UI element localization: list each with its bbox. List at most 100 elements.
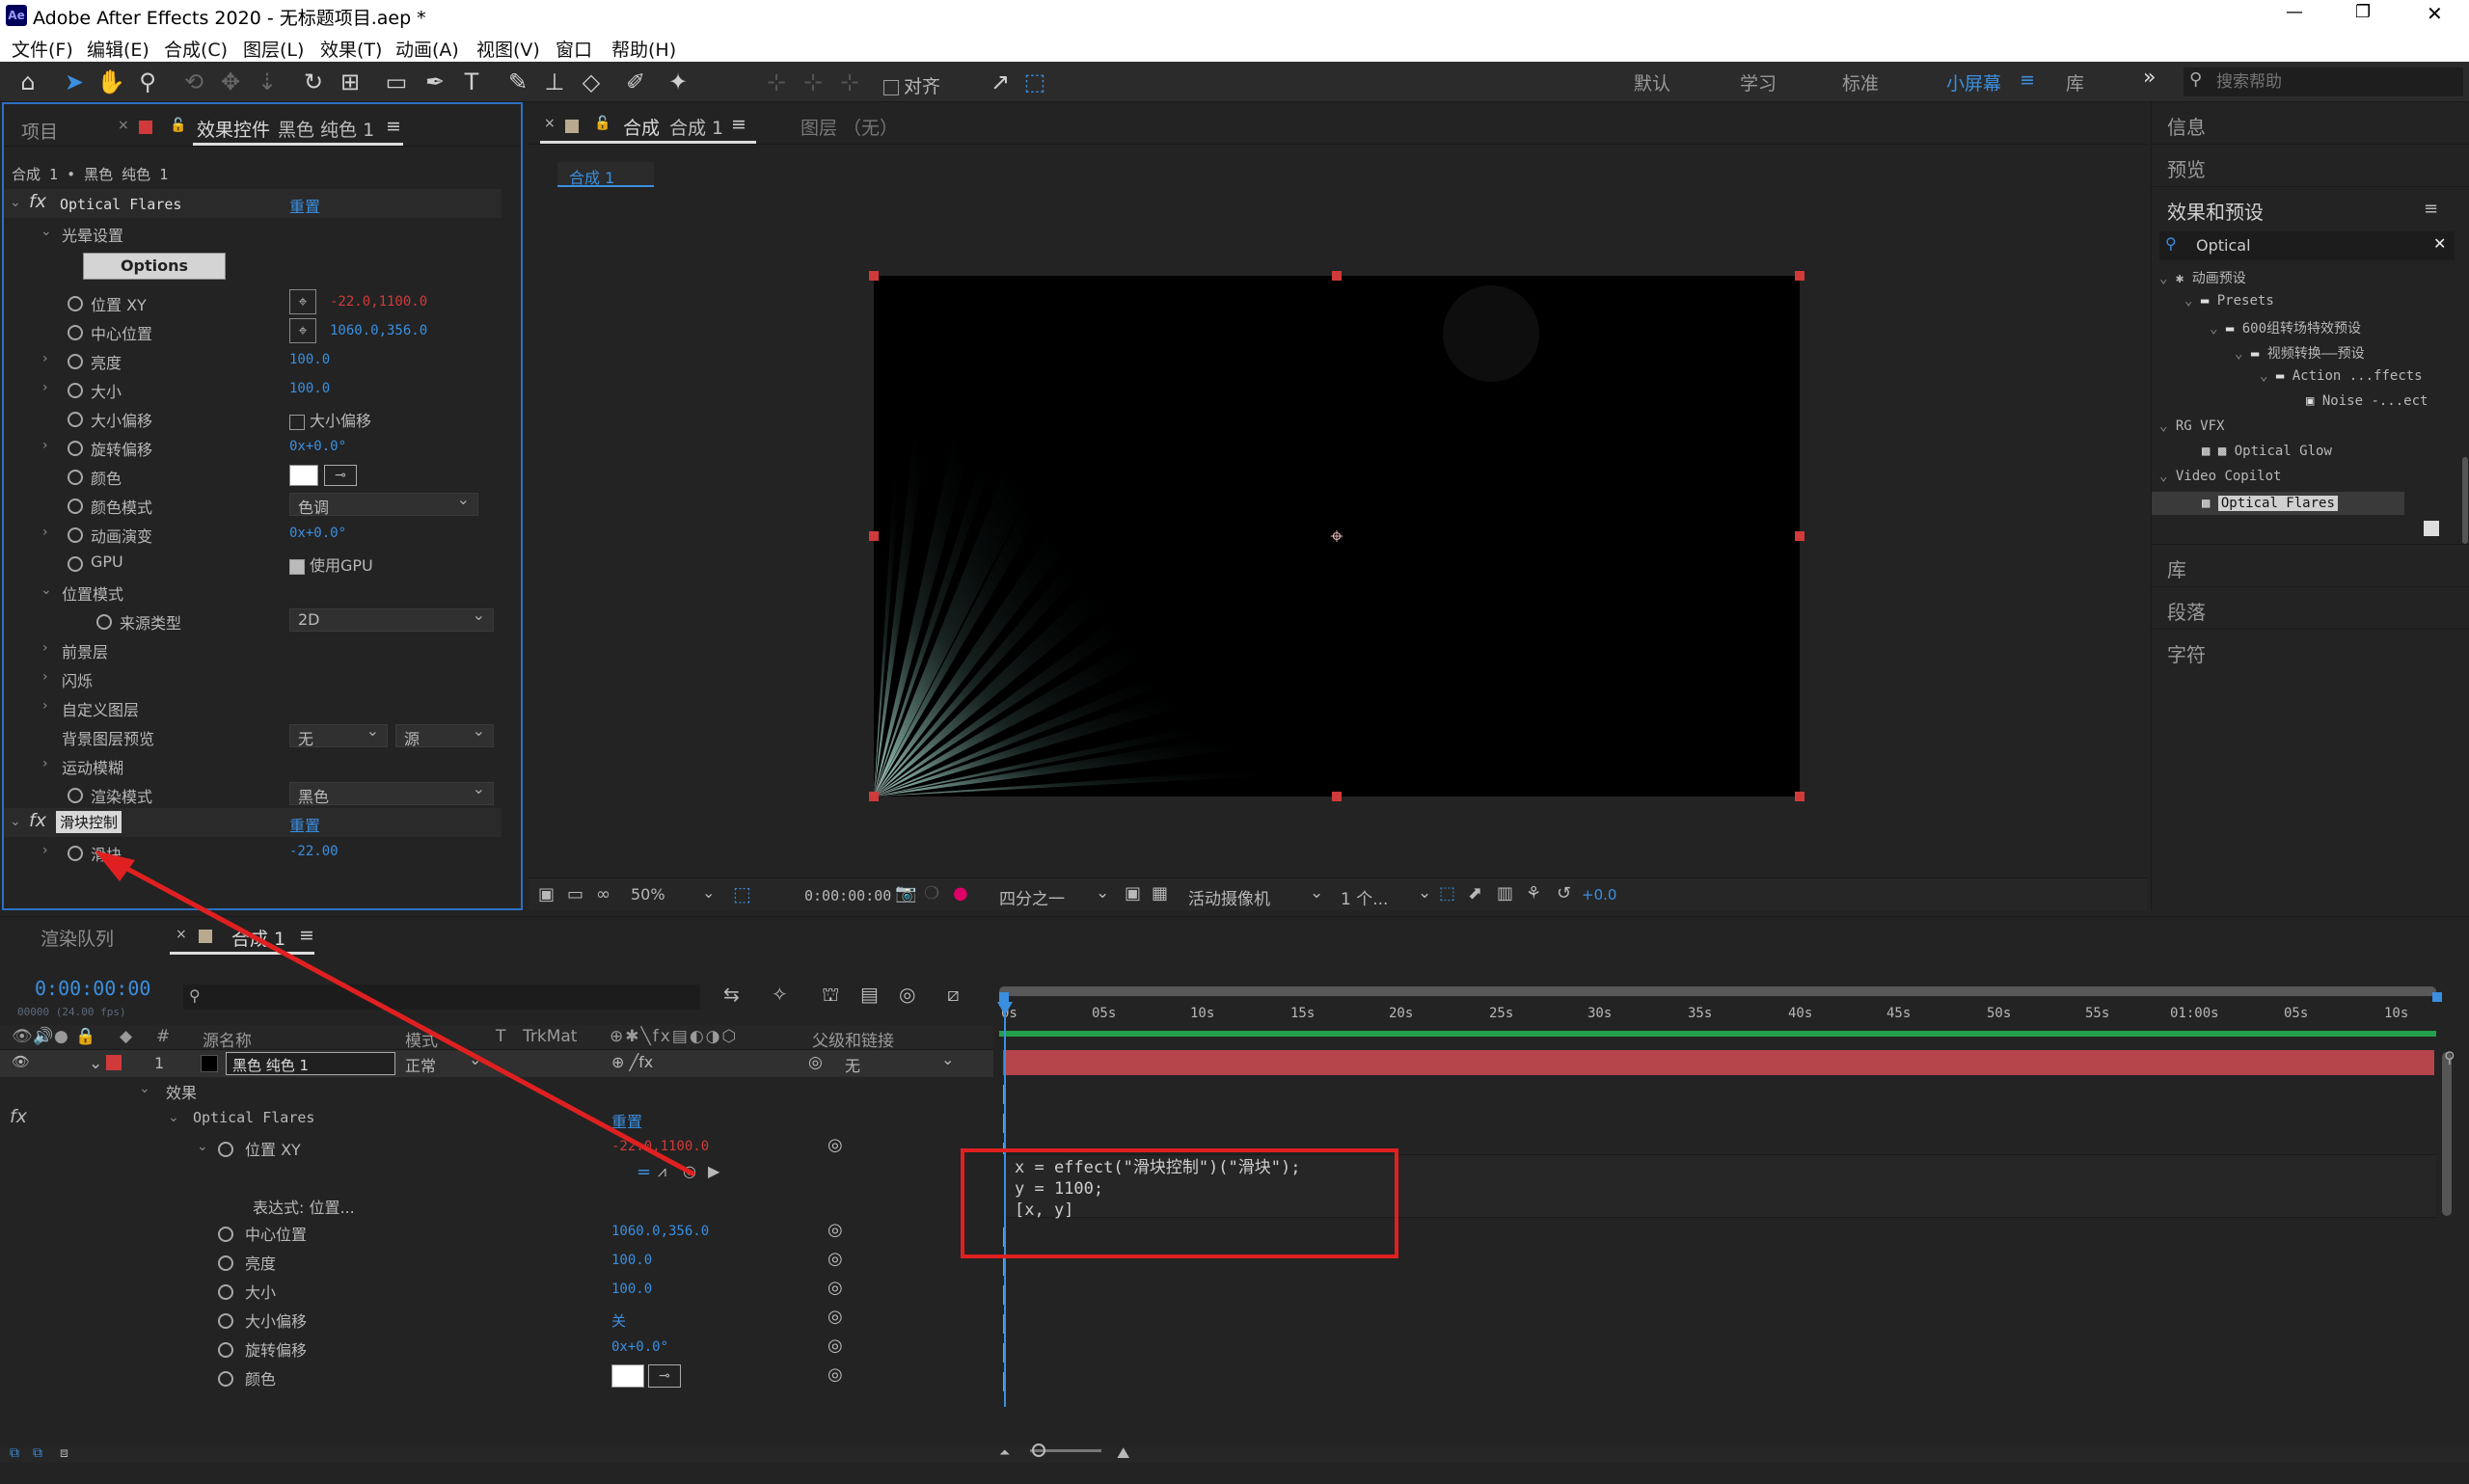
views-select[interactable]: 1 个... ⌄ xyxy=(1341,883,1433,909)
panel-menu-icon[interactable]: ≡ xyxy=(2424,199,2438,219)
rotate-tool-icon[interactable]: ↻ xyxy=(299,67,328,96)
close-tab-icon[interactable]: × xyxy=(118,118,129,133)
prop-value[interactable]: 0x+0.0° xyxy=(289,439,346,454)
pick-whip-icon[interactable]: ◎ xyxy=(828,1278,843,1298)
collapse-icon[interactable]: ⌄ xyxy=(41,582,52,598)
fast-preview-icon[interactable]: ⬈ xyxy=(1468,883,1482,904)
dolly-camera-icon[interactable]: ⇣ xyxy=(253,67,282,96)
prop-value[interactable]: 1060.0,356.0 xyxy=(611,1224,709,1239)
puppet-pin-icon[interactable]: ✦ xyxy=(664,67,692,96)
fx-icon[interactable]: fx xyxy=(29,191,46,212)
eraser-tool-icon[interactable]: ◇ xyxy=(577,67,606,96)
monitor-icon[interactable]: ▭ xyxy=(567,884,583,904)
preview-section[interactable]: 预览 xyxy=(2152,145,2469,187)
library-section[interactable]: 库 xyxy=(2152,544,2469,586)
audio-switch-icon[interactable]: 🔊 xyxy=(33,1027,53,1046)
axis-mode-local-icon[interactable]: ⊹ xyxy=(762,67,791,96)
time-ruler[interactable]: 0s 05s 10s 15s 20s 25s 30s 35s 40s 45s 5… xyxy=(999,1002,2436,1031)
toggle-pixel-aspect-icon[interactable]: ⬚ xyxy=(1439,883,1455,904)
collapse-icon[interactable]: ⌄ xyxy=(41,224,52,239)
col-trkmat[interactable]: TrkMat xyxy=(523,1027,577,1046)
new-folder-icon[interactable] xyxy=(2424,521,2439,536)
fx-icon[interactable]: fx xyxy=(10,1106,27,1127)
workspace-learn[interactable]: 学习 xyxy=(1740,69,1777,95)
timeline-timecode[interactable]: 0:00:00:00 xyxy=(35,977,150,1000)
eyedropper-icon[interactable]: ⊸ xyxy=(648,1364,681,1388)
graph-editor-icon[interactable]: ⧄ xyxy=(947,983,960,1006)
more-workspaces-button[interactable]: » xyxy=(2143,66,2156,90)
transparency-grid-icon[interactable]: ▦ xyxy=(1152,883,1168,904)
viewer-timecode[interactable]: 0:00:00:00 xyxy=(804,887,891,904)
collapse-icon[interactable]: ⌄ xyxy=(10,814,21,829)
bg-layer-select[interactable]: 无 xyxy=(289,721,388,748)
comp-breadcrumb[interactable]: 合成 1 xyxy=(557,162,654,187)
col-source-name[interactable]: 源名称 xyxy=(203,1027,252,1051)
reset-exposure-icon[interactable]: ↺ xyxy=(1557,883,1571,904)
options-button[interactable]: Options xyxy=(83,253,226,280)
expression-pickwhip-icon[interactable]: ◎ xyxy=(683,1162,696,1180)
roto-brush-icon[interactable]: ✐ xyxy=(621,67,650,96)
tree-rg-vfx[interactable]: ⌄ RG VFX xyxy=(2159,418,2224,434)
expression-editor[interactable]: x = effect("滑块控制")("滑块"); y = 1100; [x, … xyxy=(1003,1154,2436,1220)
draft-3d-icon[interactable]: ✧ xyxy=(772,983,788,1006)
menu-help[interactable]: 帮助(H) xyxy=(611,36,676,62)
expand-icon[interactable]: › xyxy=(42,669,48,685)
handle-top-right[interactable] xyxy=(1795,271,1804,281)
prop-value[interactable]: 100.0 xyxy=(611,1282,652,1297)
pick-whip-icon[interactable]: ◎ xyxy=(828,1307,843,1327)
tree-video-copilot[interactable]: ⌄ Video Copilot xyxy=(2159,469,2281,484)
home-icon[interactable]: ⌂ xyxy=(14,67,42,96)
pick-whip-icon[interactable]: ◎ xyxy=(828,1364,843,1385)
expand-panes-icon[interactable]: ⧉ xyxy=(33,1445,42,1461)
handle-bottom-center[interactable] xyxy=(1332,792,1342,801)
info-section[interactable]: 信息 xyxy=(2152,102,2469,145)
layer-search[interactable]: ⚲ xyxy=(183,985,700,1010)
clone-stamp-icon[interactable]: ⊥ xyxy=(540,67,569,96)
solo-icon[interactable]: ● xyxy=(54,1027,68,1046)
prop-value[interactable]: 100.0 xyxy=(289,352,330,367)
tree-animation-presets[interactable]: ⌄ ✱ 动画预设 xyxy=(2159,268,2246,287)
safe-area-icon[interactable]: ⬚ xyxy=(733,882,751,905)
workspace-library[interactable]: 库 xyxy=(2066,69,2084,95)
tab-composition[interactable]: 合成 xyxy=(623,114,660,140)
switches-icons[interactable]: ⊕✱╲fx▤◐◑⬡ xyxy=(610,1027,738,1046)
eye-icon[interactable]: 👁 xyxy=(12,1053,30,1070)
menu-composition[interactable]: 合成(C) xyxy=(164,36,228,62)
menu-file[interactable]: 文件(F) xyxy=(12,36,73,62)
vr-icon[interactable]: ∞ xyxy=(596,884,610,904)
selection-tool-icon[interactable]: ➤ xyxy=(60,67,89,96)
zoom-in-icon[interactable]: ⛰ xyxy=(1117,1444,1129,1463)
label-tag-icon[interactable]: ◆ xyxy=(120,1027,132,1046)
tab-comp[interactable]: 合成 1 xyxy=(231,925,285,951)
prop-value[interactable]: 0x+0.0° xyxy=(289,526,346,541)
tree-noise-effect[interactable]: ▣ Noise -...ect xyxy=(2306,393,2428,409)
zoom-select[interactable]: 50% ⌄ xyxy=(631,883,723,904)
menu-animation[interactable]: 动画(A) xyxy=(395,36,459,62)
collapse-icon[interactable]: ⌄ xyxy=(89,1054,102,1073)
exposure-value[interactable]: +0.0 xyxy=(1582,886,1616,904)
stopwatch-icon[interactable] xyxy=(68,409,83,427)
collapse-icon[interactable]: ⌄ xyxy=(168,1110,179,1125)
layer-duration-bar[interactable] xyxy=(1003,1050,2434,1075)
col-parent[interactable]: 父级和链接 xyxy=(812,1027,894,1051)
timeline-scrollbar[interactable] xyxy=(2442,1052,2452,1216)
brush-tool-icon[interactable]: ✎ xyxy=(503,67,532,96)
panel-menu-icon[interactable]: ≡ xyxy=(731,114,746,135)
prop-value[interactable]: -22.00 xyxy=(289,844,339,859)
hand-tool-icon[interactable]: ✋ xyxy=(96,67,125,96)
anchor-point-icon[interactable]: ⌖ xyxy=(1323,523,1350,550)
stopwatch-icon[interactable] xyxy=(218,1339,233,1358)
blend-mode-select[interactable]: 正常 ⌄ xyxy=(405,1050,484,1076)
expression-enable-icon[interactable]: = xyxy=(637,1162,651,1182)
stopwatch-icon[interactable] xyxy=(68,525,83,543)
menu-view[interactable]: 视图(V) xyxy=(476,36,540,62)
lock-icon[interactable]: 🔓 xyxy=(594,116,610,131)
camera-select[interactable]: 活动摄像机 ⌄ xyxy=(1188,883,1323,909)
zoom-out-icon[interactable]: ⏶ xyxy=(999,1445,1010,1461)
axis-mode-view-icon[interactable]: ⊹ xyxy=(835,67,864,96)
work-area-end-handle[interactable] xyxy=(2432,992,2442,1002)
resolution-select[interactable]: 四分之一 ⌄ xyxy=(999,883,1115,909)
prop-value[interactable]: 100.0 xyxy=(611,1253,652,1268)
crosshair-icon[interactable]: ⌖ xyxy=(289,289,316,314)
layer-row[interactable]: 👁 ⌄ 1 黑色 纯色 1 正常 ⌄ ⊕ ╱fx ◎ 无 ⌄ xyxy=(0,1050,993,1077)
